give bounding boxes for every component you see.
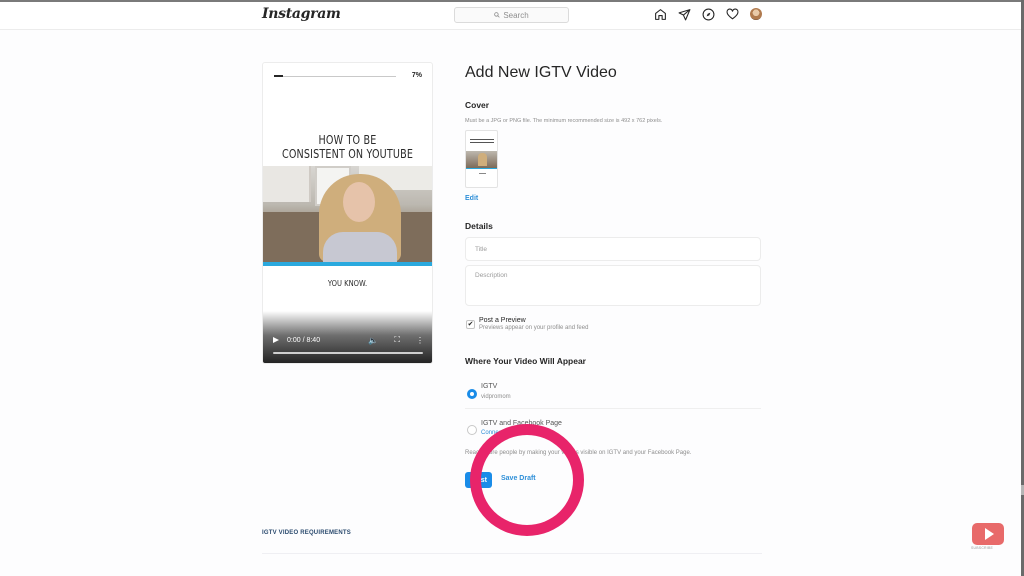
home-icon[interactable]: [653, 7, 667, 21]
avatar-image: [750, 8, 762, 20]
headline-line-2: CONSISTENT ON YOUTUBE: [281, 147, 414, 161]
upload-progress-percent: 7%: [411, 72, 422, 79]
subscribe-label: SUBSCRIBE: [971, 546, 994, 550]
post-button[interactable]: Post: [465, 472, 492, 488]
radio-igtv[interactable]: [467, 389, 477, 399]
connect-page-link[interactable]: Connect Page: [481, 430, 519, 436]
title-field[interactable]: [465, 237, 761, 261]
video-caption: YOU KNOW.: [327, 279, 368, 288]
play-icon[interactable]: [273, 337, 279, 343]
video-frame-image: [263, 166, 432, 262]
footer-divider: [262, 553, 762, 554]
upload-progress-fill: [274, 75, 283, 77]
nav-icons: [653, 7, 763, 21]
description-field[interactable]: [465, 265, 761, 306]
reach-info-text: Reach more people by making your videos …: [465, 450, 692, 456]
upload-progress-bar: [274, 75, 396, 77]
window-top-edge: [0, 0, 1024, 2]
profile-avatar[interactable]: [749, 7, 763, 21]
cover-heading: Cover: [465, 100, 490, 110]
activity-heart-icon[interactable]: [725, 7, 739, 21]
instagram-logo[interactable]: Instagram: [262, 6, 341, 22]
cover-hint: Must be a JPG or PNG file. The minimum r…: [465, 118, 663, 124]
play-triangle-icon: [984, 528, 994, 540]
option-igtv-account: vidpromom: [481, 394, 511, 400]
video-controls: 0:00 / 8:40 🔈 ⛶ ⋮: [263, 311, 432, 363]
search-input[interactable]: Search: [454, 7, 569, 23]
volume-icon[interactable]: 🔈: [368, 336, 378, 345]
post-preview-checkbox[interactable]: ✔: [466, 320, 475, 329]
save-draft-button[interactable]: Save Draft: [501, 475, 536, 482]
video-preview[interactable]: 7% HOW TO BE CONSISTENT ON YOUTUBE YOU K…: [262, 62, 433, 364]
browser-viewport: Instagram Search 7% HOW TO BE CONSISTENT…: [0, 0, 1024, 576]
placement-heading: Where Your Video Will Appear: [465, 356, 586, 366]
radio-igtv-facebook[interactable]: [467, 425, 477, 435]
description-input[interactable]: [466, 266, 760, 292]
video-scrubber[interactable]: [273, 352, 423, 354]
video-time: 0:00 / 8:40: [287, 336, 321, 344]
option-igtv-facebook-label: IGTV and Facebook Page: [481, 420, 562, 427]
youtube-subscribe-icon[interactable]: [972, 523, 1004, 545]
igtv-requirements-link[interactable]: IGTV VIDEO REQUIREMENTS: [262, 530, 351, 536]
option-divider: [465, 408, 761, 409]
direct-message-icon[interactable]: [677, 7, 691, 21]
more-options-icon[interactable]: ⋮: [416, 336, 424, 345]
explore-compass-icon[interactable]: [701, 7, 715, 21]
title-input[interactable]: [466, 240, 760, 259]
post-preview-label: Post a Preview: [479, 317, 526, 324]
checkmark-icon: ✔: [467, 321, 474, 328]
top-nav-bar: Instagram Search: [0, 0, 1024, 30]
page-title: Add New IGTV Video: [465, 64, 617, 81]
search-icon: [494, 11, 500, 20]
cover-thumbnail[interactable]: [465, 130, 498, 188]
video-accent-bar: [263, 262, 432, 266]
search-placeholder: Search: [503, 10, 529, 20]
headline-line-1: HOW TO BE: [318, 133, 377, 147]
details-heading: Details: [465, 221, 493, 231]
video-headline: HOW TO BE CONSISTENT ON YOUTUBE: [280, 133, 415, 161]
edit-cover-link[interactable]: Edit: [465, 195, 478, 202]
post-preview-sublabel: Previews appear on your profile and feed: [479, 325, 589, 331]
option-igtv-label: IGTV: [481, 383, 498, 390]
fullscreen-icon[interactable]: ⛶: [394, 335, 400, 345]
